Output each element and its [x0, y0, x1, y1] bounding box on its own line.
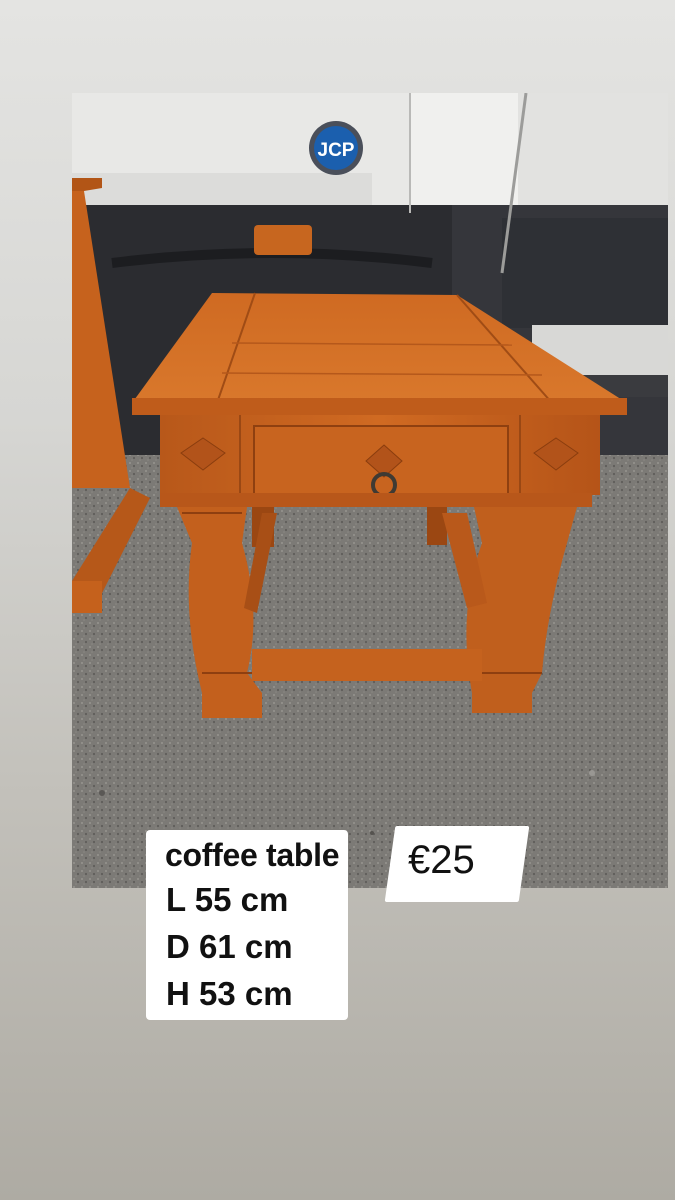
jcp-badge-icon: JCP: [309, 121, 363, 175]
product-photo: JCP: [72, 93, 668, 888]
caption-depth: D 61 cm: [166, 928, 293, 965]
caption-length: L 55 cm: [166, 881, 289, 918]
svg-text:JCP: JCP: [318, 140, 355, 161]
caption-title: coffee table: [165, 837, 340, 873]
caption-height: H 53 cm: [166, 975, 293, 1012]
price-label: €25: [408, 838, 475, 882]
